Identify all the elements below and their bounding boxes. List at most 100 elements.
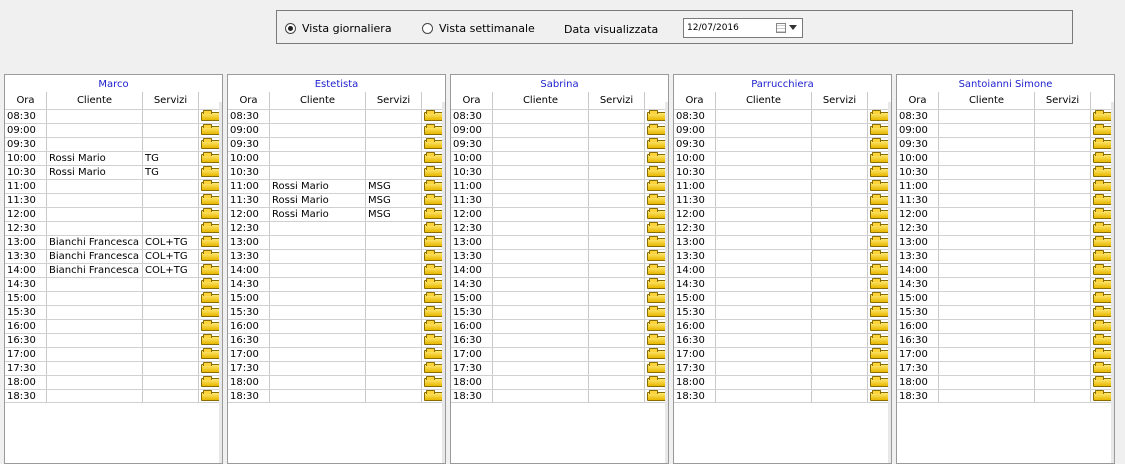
table-row[interactable]: 18:30 [228,389,444,403]
cell-ora[interactable]: 12:30 [451,222,492,235]
folder-icon[interactable] [424,306,443,317]
slot-button[interactable] [644,278,667,291]
cell-servizi[interactable] [1034,306,1090,319]
cell-servizi[interactable] [811,390,867,402]
table-row[interactable]: 18:00 [674,375,890,389]
cell-ora[interactable]: 16:30 [5,334,46,347]
cell-servizi[interactable] [811,110,867,123]
calendar-icon[interactable] [776,23,786,33]
folder-icon[interactable] [424,376,443,387]
cell-ora[interactable]: 15:30 [5,306,46,319]
cell-ora[interactable]: 17:30 [674,362,715,375]
slot-button[interactable] [867,194,890,207]
cell-ora[interactable]: 14:00 [5,264,46,277]
folder-icon[interactable] [424,138,443,149]
slot-button[interactable] [421,348,444,361]
cell-ora[interactable]: 11:00 [674,180,715,193]
table-row[interactable]: 18:00 [451,375,667,389]
table-row[interactable]: 18:00 [5,375,221,389]
cell-cliente[interactable] [938,348,1034,361]
cell-servizi[interactable] [1034,348,1090,361]
cell-ora[interactable]: 08:30 [228,110,269,123]
cell-cliente[interactable] [492,320,588,333]
cell-servizi[interactable] [365,334,421,347]
cell-servizi[interactable]: TG [142,166,198,179]
folder-icon[interactable] [870,222,889,233]
folder-icon[interactable] [647,152,666,163]
table-row[interactable]: 14:00 [897,263,1113,277]
table-row[interactable]: 16:30 [897,333,1113,347]
cell-servizi[interactable] [588,278,644,291]
folder-icon[interactable] [870,306,889,317]
cell-cliente[interactable] [46,194,142,207]
cell-ora[interactable]: 14:30 [228,278,269,291]
cell-servizi[interactable] [811,264,867,277]
cell-ora[interactable]: 12:00 [674,208,715,221]
slot-button[interactable] [644,236,667,249]
folder-icon[interactable] [1093,278,1112,289]
cell-ora[interactable]: 09:00 [451,124,492,137]
table-row[interactable]: 08:30 [897,109,1113,123]
slot-button[interactable] [1090,334,1113,347]
slot-button[interactable] [867,376,890,389]
slot-button[interactable] [198,362,221,375]
table-row[interactable]: 09:30 [897,137,1113,151]
slot-button[interactable] [644,292,667,305]
table-row[interactable]: 17:00 [451,347,667,361]
cell-ora[interactable]: 17:30 [451,362,492,375]
slot-button[interactable] [1090,166,1113,179]
table-row[interactable]: 17:00 [5,347,221,361]
cell-servizi[interactable] [811,180,867,193]
slot-button[interactable] [198,292,221,305]
cell-servizi[interactable] [588,124,644,137]
table-row[interactable]: 09:00 [674,123,890,137]
cell-cliente[interactable] [492,166,588,179]
cell-ora[interactable]: 11:00 [451,180,492,193]
table-row[interactable]: 17:30 [228,361,444,375]
folder-icon[interactable] [870,138,889,149]
cell-cliente[interactable] [715,376,811,389]
cell-ora[interactable]: 09:00 [674,124,715,137]
folder-icon[interactable] [201,362,220,373]
cell-servizi[interactable] [588,348,644,361]
folder-icon[interactable] [647,236,666,247]
cell-cliente[interactable] [46,110,142,123]
cell-ora[interactable]: 13:30 [228,250,269,263]
folder-icon[interactable] [647,320,666,331]
cell-servizi[interactable] [588,250,644,263]
folder-icon[interactable] [1093,208,1112,219]
radio-unselected-indicator[interactable] [422,23,433,34]
radio-selected-indicator[interactable] [285,23,296,34]
cell-servizi[interactable]: MSG [365,208,421,221]
cell-ora[interactable]: 09:30 [228,138,269,151]
table-row[interactable]: 15:30 [5,305,221,319]
slot-button[interactable] [644,208,667,221]
cell-cliente[interactable] [46,348,142,361]
cell-cliente[interactable] [715,334,811,347]
cell-servizi[interactable] [142,376,198,389]
date-value[interactable]: 12/07/2016 [687,23,739,33]
folder-icon[interactable] [1093,306,1112,317]
cell-servizi[interactable] [588,110,644,123]
cell-ora[interactable]: 18:30 [451,390,492,402]
folder-icon[interactable] [1093,166,1112,177]
cell-cliente[interactable] [269,348,365,361]
folder-icon[interactable] [870,194,889,205]
folder-icon[interactable] [424,180,443,191]
cell-ora[interactable]: 12:00 [228,208,269,221]
slot-button[interactable] [1090,208,1113,221]
table-row[interactable]: 15:30 [897,305,1113,319]
cell-ora[interactable]: 08:30 [897,110,938,123]
folder-icon[interactable] [1093,138,1112,149]
cell-servizi[interactable] [1034,334,1090,347]
slot-button[interactable] [1090,152,1113,165]
cell-cliente[interactable] [715,194,811,207]
slot-button[interactable] [867,348,890,361]
slot-button[interactable] [644,390,667,402]
cell-cliente[interactable] [938,152,1034,165]
slot-button[interactable] [1090,306,1113,319]
cell-cliente[interactable]: Rossi Mario [269,208,365,221]
cell-cliente[interactable] [938,390,1034,402]
table-row[interactable]: 15:00 [451,291,667,305]
cell-servizi[interactable] [588,376,644,389]
